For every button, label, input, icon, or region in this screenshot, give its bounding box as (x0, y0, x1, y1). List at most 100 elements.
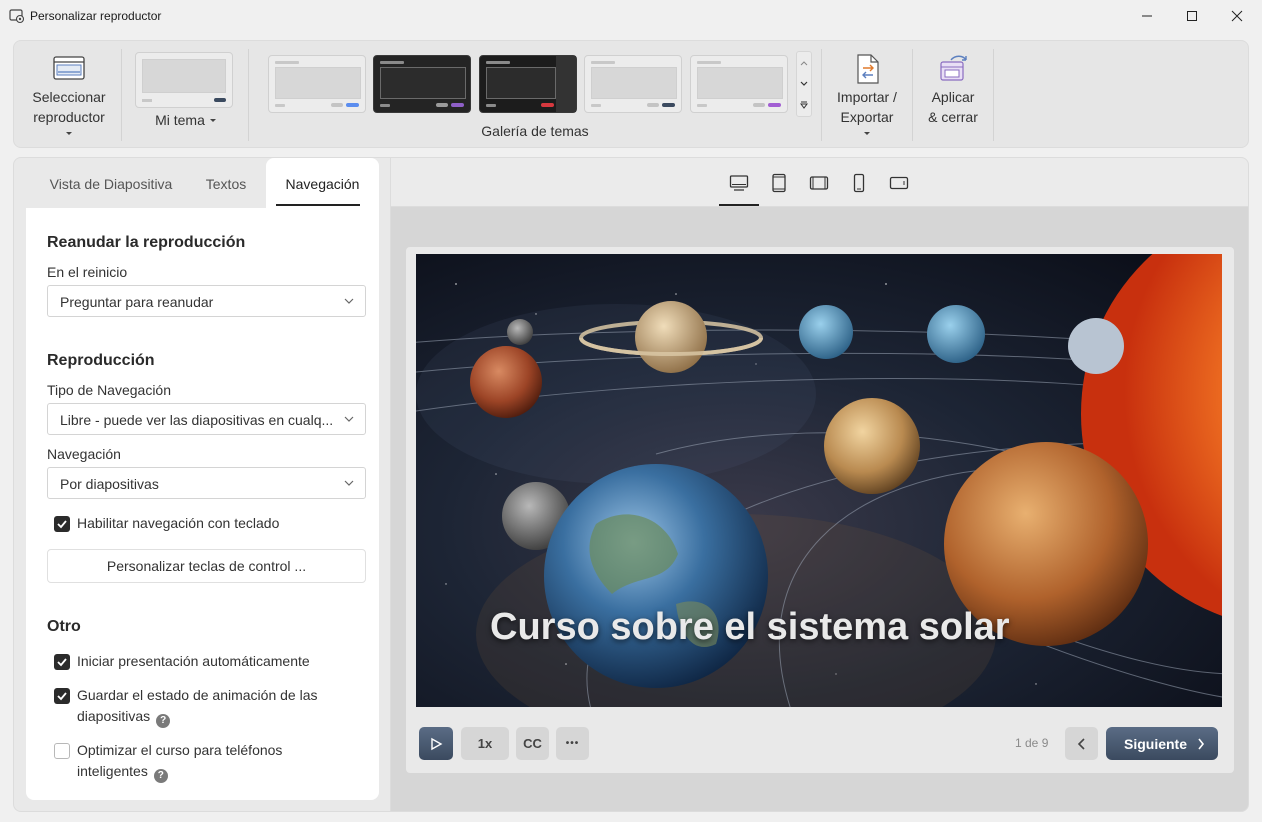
nav-select[interactable]: Por diapositivas (47, 467, 366, 499)
nav-type-select[interactable]: Libre - puede ver las diapositivas en cu… (47, 403, 366, 435)
gallery-scroll-down-button[interactable] (797, 73, 811, 94)
close-button[interactable] (1214, 0, 1260, 32)
active-tab-indicator (276, 204, 360, 206)
chevron-down-icon (800, 81, 808, 86)
tablet-portrait-view-button[interactable] (759, 172, 799, 194)
theme-thumb-light-blue[interactable] (268, 55, 366, 113)
phone-portrait-view-button[interactable] (839, 172, 879, 194)
select-player-button[interactable]: Seleccionar reproductor (14, 41, 122, 147)
desktop-view-button[interactable] (719, 172, 759, 194)
tab-navigation[interactable]: Navegación (266, 158, 379, 208)
tablet-landscape-icon (809, 176, 829, 190)
autostart-label: Iniciar presentación automáticamente (77, 653, 310, 669)
import-export-label-2: Exportar (840, 109, 894, 125)
page-indicator: 1 de 9 (1015, 736, 1049, 750)
apply-close-button[interactable]: Aplicar & cerrar (913, 41, 993, 147)
help-icon[interactable]: ? (156, 714, 171, 728)
minimize-icon (1142, 15, 1152, 17)
on-restart-label: En el reinicio (47, 264, 128, 280)
nav-label: Navegación (47, 446, 121, 462)
customize-keys-button[interactable]: Personalizar teclas de control ... (47, 549, 366, 583)
nav-type-value: Libre - puede ver las diapositivas en cu… (60, 412, 332, 428)
maximize-icon (1187, 11, 1197, 21)
apply-close-icon (940, 55, 967, 81)
desktop-icon (729, 175, 749, 191)
previous-button[interactable] (1065, 727, 1098, 760)
chevron-down-icon (344, 298, 354, 304)
title-bar: Personalizar reproductor (0, 0, 1262, 32)
help-icon[interactable]: ? (153, 769, 168, 783)
tablet-portrait-icon (772, 173, 786, 193)
theme-gallery: Galería de temas (257, 41, 827, 147)
nav-value: Por diapositivas (60, 476, 159, 492)
keyboard-nav-label: Habilitar navegación con teclado (77, 515, 280, 531)
player-window-icon (53, 56, 85, 80)
optimize-phone-checkbox[interactable] (54, 743, 70, 759)
theme-thumb-light-navy[interactable] (584, 55, 682, 113)
ribbon: Seleccionar reproductor Mi tema Galería … (13, 40, 1249, 148)
apply-close-label-1: Aplicar (931, 89, 975, 105)
autostart-checkbox[interactable] (54, 654, 70, 670)
select-player-label-1: Seleccionar (32, 89, 106, 105)
more-button[interactable]: ••• (556, 727, 589, 760)
save-anim-label-line2: diapositivas (77, 708, 151, 724)
gallery-scroll-up-button[interactable] (797, 52, 811, 73)
theme-thumb-light-violet[interactable] (690, 55, 788, 113)
keyboard-nav-checkbox[interactable] (54, 516, 70, 532)
chevron-right-icon (1198, 738, 1205, 749)
chevron-down-icon (66, 132, 72, 135)
tab-texts[interactable]: Textos (194, 158, 258, 208)
save-anim-label: Guardar el estado de animación de las di… (77, 685, 317, 728)
app-icon (9, 9, 25, 24)
player-preview: Curso sobre el sistema solar 1x CC ••• 1… (406, 247, 1234, 773)
other-section-title: Otro (47, 618, 81, 635)
theme-thumb-dark-red[interactable] (479, 55, 577, 113)
chevron-down-icon (210, 119, 216, 122)
speed-button[interactable]: 1x (461, 727, 509, 760)
phone-landscape-view-button[interactable] (879, 172, 919, 194)
gallery-label: Galería de temas (481, 123, 589, 139)
check-icon (57, 520, 67, 529)
settings-panel: Vista de Diapositiva Textos Navegación R… (13, 157, 391, 812)
import-export-button[interactable]: Importar / Exportar (822, 41, 912, 147)
gallery-scroller (796, 51, 812, 117)
select-player-label-2: reproductor (33, 109, 105, 125)
my-theme-thumbnail (135, 52, 233, 108)
navigation-form: Reanudar la reproducción En el reinicio … (26, 208, 379, 800)
maximize-button[interactable] (1169, 0, 1215, 32)
nav-type-label: Tipo de Navegación (47, 382, 172, 398)
chevron-left-icon (1077, 737, 1085, 750)
apply-close-label-2: & cerrar (928, 109, 978, 125)
my-theme-button[interactable]: Mi tema (122, 41, 248, 147)
expand-icon (800, 101, 808, 109)
optimize-label-line1: Optimizar el curso para teléfonos (77, 742, 283, 758)
minimize-button[interactable] (1124, 0, 1170, 32)
on-restart-value: Preguntar para reanudar (60, 294, 214, 310)
optimize-label-line2: inteligentes (77, 763, 148, 779)
device-toolbar (391, 158, 1248, 207)
play-button[interactable] (419, 727, 453, 760)
import-export-icon (857, 54, 879, 84)
optimize-phone-label: Optimizar el curso para teléfonos inteli… (77, 740, 282, 783)
save-anim-checkbox[interactable] (54, 688, 70, 704)
check-icon (57, 658, 67, 667)
tablet-landscape-view-button[interactable] (799, 172, 839, 194)
chevron-down-icon (344, 480, 354, 486)
chevron-down-icon (344, 416, 354, 422)
next-button[interactable]: Siguiente (1106, 727, 1218, 760)
check-icon (57, 692, 67, 701)
slide-title: Curso sobre el sistema solar (490, 606, 1010, 648)
resume-section-title: Reanudar la reproducción (47, 234, 246, 251)
phone-portrait-icon (853, 173, 865, 193)
tab-slide-view[interactable]: Vista de Diapositiva (34, 158, 188, 208)
theme-thumb-dark-purple[interactable] (373, 55, 471, 113)
captions-button[interactable]: CC (516, 727, 549, 760)
chevron-down-icon (864, 132, 870, 135)
on-restart-select[interactable]: Preguntar para reanudar (47, 285, 366, 317)
gallery-expand-button[interactable] (797, 94, 811, 115)
play-icon (431, 737, 443, 750)
my-theme-label: Mi tema (155, 112, 205, 128)
phone-landscape-icon (889, 176, 909, 190)
active-device-indicator (719, 204, 759, 206)
settings-tabs: Vista de Diapositiva Textos Navegación (14, 158, 392, 208)
